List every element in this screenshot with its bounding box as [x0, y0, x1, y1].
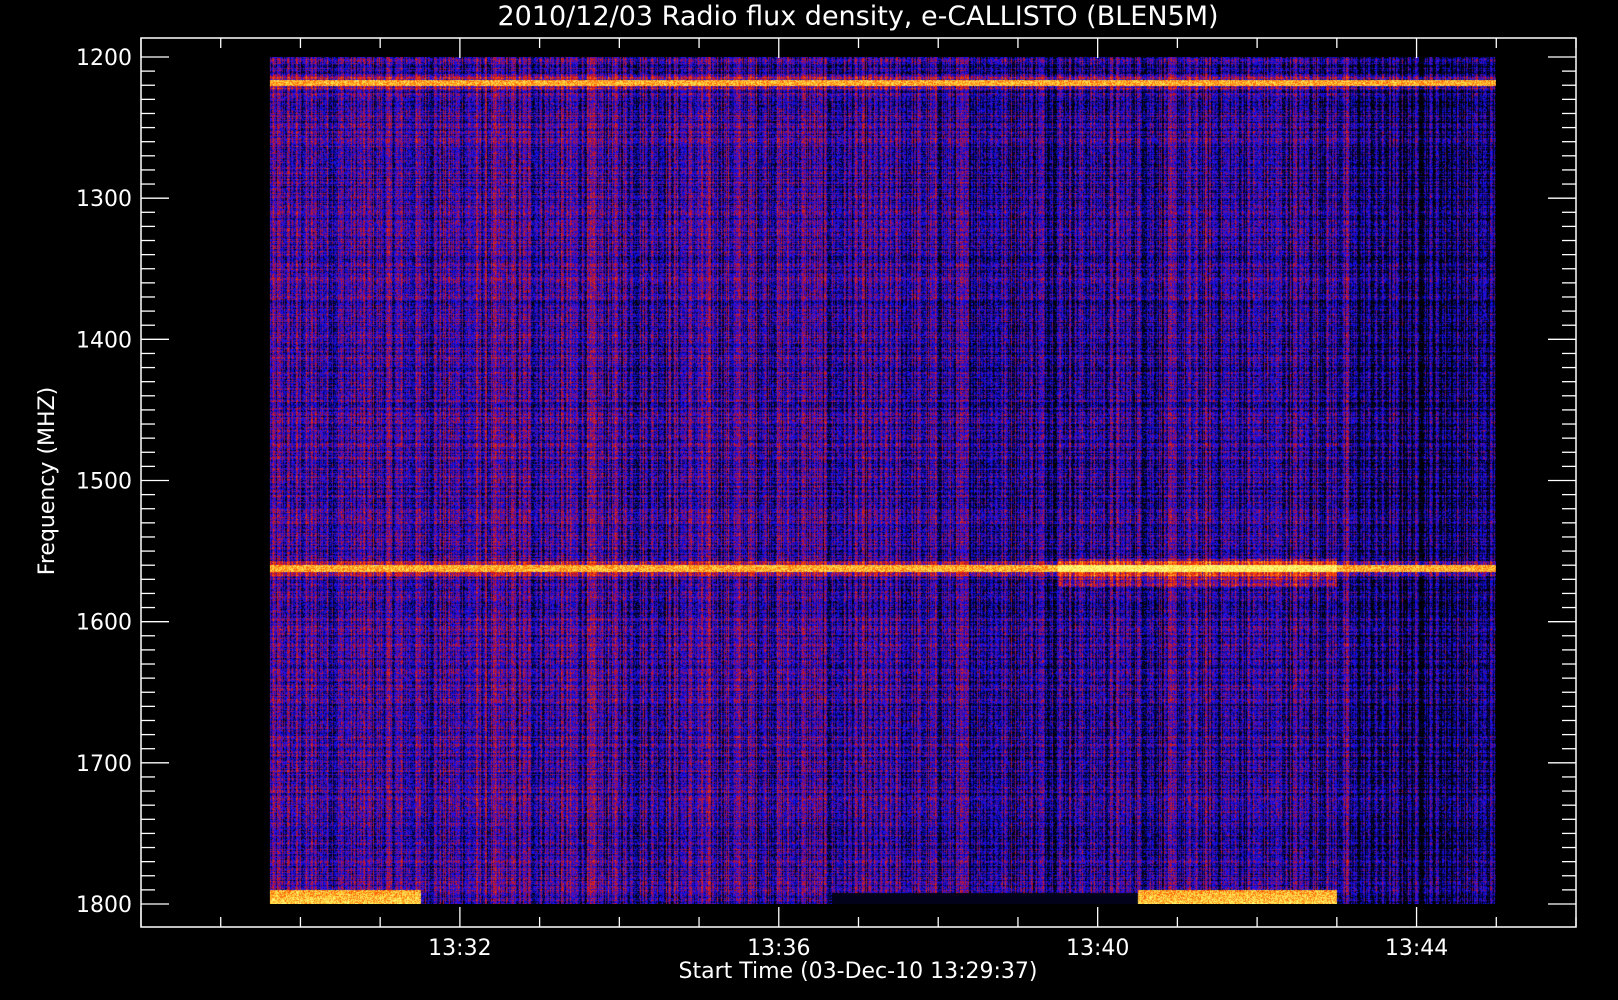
y-tick-label: 1400 — [76, 328, 132, 353]
plot-area: 13:32 13:36 13:40 13:44 1200 1300 1400 1500 160… — [76, 37, 1577, 961]
x-axis-label: Start Time (03-Dec-10 13:29:37) — [679, 959, 1038, 984]
y-tick-label: 1600 — [76, 611, 132, 636]
y-tick-label: 1700 — [76, 752, 132, 777]
spectrogram-chart: 2010/12/03 Radio flux density, e-CALLIST… — [0, 0, 1618, 1000]
spectrogram-heatmap — [269, 57, 1496, 904]
y-tick-label: 1800 — [76, 893, 132, 918]
x-tick-label: 13:44 — [1385, 936, 1448, 961]
y-tick-label: 1500 — [76, 470, 132, 495]
y-axis-label: Frequency (MHZ) — [35, 387, 60, 575]
y-tick-label: 1200 — [76, 46, 132, 71]
x-tick-label: 13:40 — [1066, 936, 1129, 961]
y-tick-label: 1300 — [76, 187, 132, 212]
x-tick-label: 13:36 — [747, 936, 810, 961]
x-tick-label: 13:32 — [428, 936, 491, 961]
chart-title: 2010/12/03 Radio flux density, e-CALLIST… — [497, 1, 1218, 32]
